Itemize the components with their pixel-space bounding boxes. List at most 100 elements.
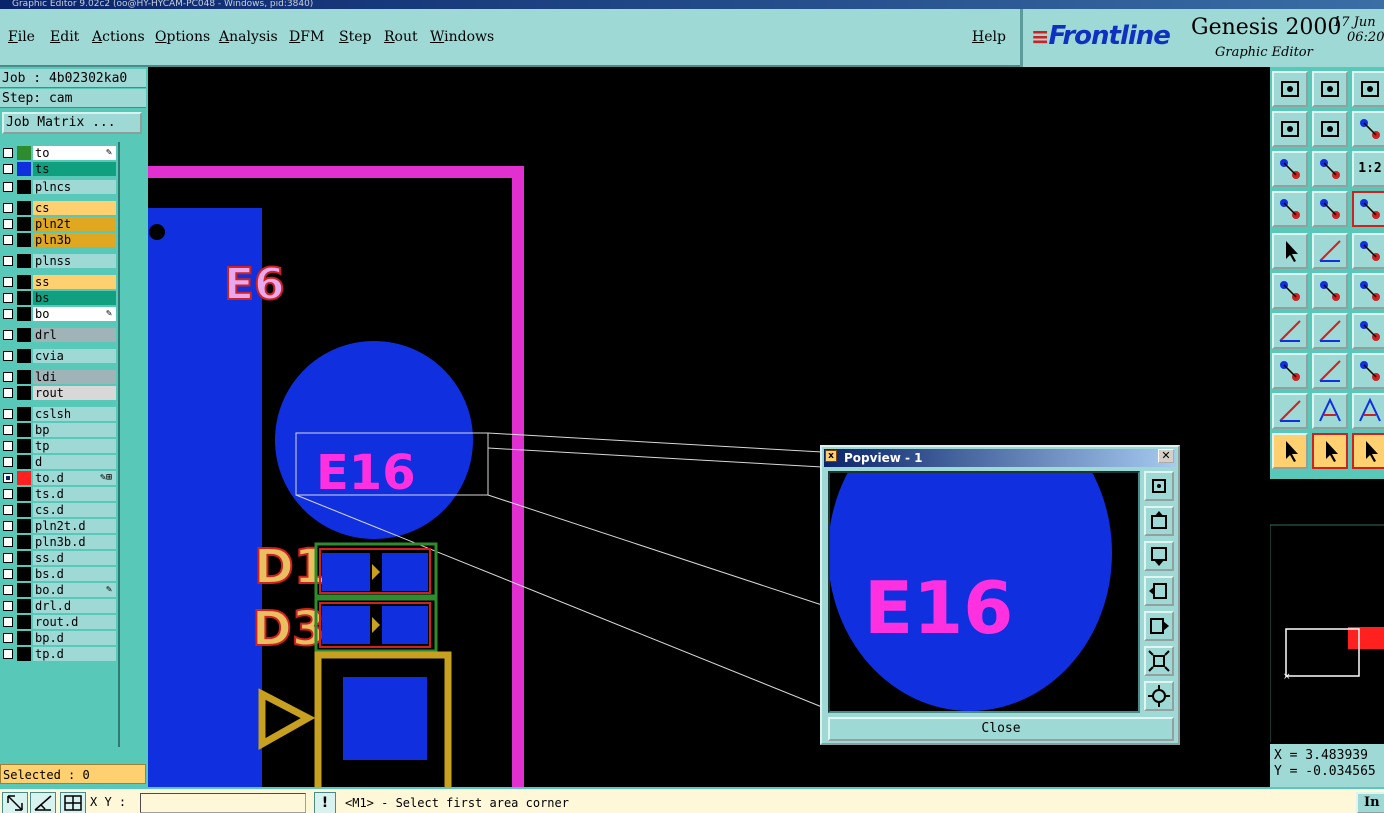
layer-color-swatch[interactable] (17, 551, 31, 565)
layer-checkbox[interactable] (3, 489, 13, 499)
layer-checkbox[interactable] (3, 309, 13, 319)
layer-color-swatch[interactable] (17, 423, 31, 437)
pan-up-icon[interactable] (1272, 71, 1308, 107)
layer-row[interactable]: to.d ✎⊞ (0, 470, 118, 485)
layer-color-swatch[interactable] (17, 201, 31, 215)
layer-row[interactable]: ts (0, 161, 118, 176)
layer-checkbox[interactable] (3, 521, 13, 531)
menu-file[interactable]: File (8, 29, 35, 45)
layer-row[interactable]: cvia (0, 348, 118, 363)
layer-color-swatch[interactable] (17, 535, 31, 549)
measure-angle-icon[interactable] (1272, 313, 1308, 349)
layer-color-swatch[interactable] (17, 180, 31, 194)
layer-checkbox[interactable] (3, 203, 13, 213)
layer-color-swatch[interactable] (17, 503, 31, 517)
layer-color-swatch[interactable] (17, 146, 31, 160)
layer-row[interactable]: ss (0, 274, 118, 289)
layer-row[interactable]: bo.d ✎ (0, 582, 118, 597)
menu-rout[interactable]: Rout (384, 29, 418, 45)
layer-color-swatch[interactable] (17, 631, 31, 645)
layer-row[interactable]: bs (0, 290, 118, 305)
layer-checkbox[interactable] (3, 219, 13, 229)
job-matrix-button[interactable]: Job Matrix ... (2, 112, 142, 134)
layer-row[interactable]: bo ✎ (0, 306, 118, 321)
alert-icon[interactable]: ! (314, 792, 336, 813)
layer-row[interactable]: ss.d (0, 550, 118, 565)
popview-zoom-in-button[interactable] (1144, 646, 1174, 676)
layer-color-swatch[interactable] (17, 217, 31, 231)
rotate-icon[interactable] (1352, 313, 1384, 349)
home-icon[interactable] (1352, 71, 1384, 107)
grid-snap-icon[interactable] (60, 792, 86, 813)
layer-color-swatch[interactable] (17, 407, 31, 421)
zoom-1to1-icon[interactable]: 1:2 (1352, 151, 1384, 187)
info-button[interactable]: In (1356, 792, 1384, 813)
net-highlight-icon[interactable] (1352, 191, 1384, 227)
layer-checkbox[interactable] (3, 182, 13, 192)
layer-row[interactable]: drl (0, 327, 118, 342)
delete-icon[interactable] (1312, 273, 1348, 309)
layer-checkbox[interactable] (3, 372, 13, 382)
popview-zoom-out-button[interactable] (1144, 681, 1174, 711)
layer-checkbox[interactable] (3, 633, 13, 643)
grid-icon[interactable] (1312, 191, 1348, 227)
pan-right-icon[interactable] (1312, 111, 1348, 147)
layer-checkbox[interactable] (3, 277, 13, 287)
popview-pan-up-button[interactable] (1144, 506, 1174, 536)
layer-row[interactable]: d (0, 454, 118, 469)
layer-row[interactable]: tp.d (0, 646, 118, 661)
layer-row[interactable]: ts.d (0, 486, 118, 501)
layer-color-swatch[interactable] (17, 439, 31, 453)
draw-line-icon[interactable] (1312, 233, 1348, 269)
layer-row[interactable]: bp (0, 422, 118, 437)
layer-color-swatch[interactable] (17, 599, 31, 613)
layer-checkbox[interactable] (3, 330, 13, 340)
layer-checkbox[interactable] (3, 569, 13, 579)
layer-row[interactable]: cs.d (0, 502, 118, 517)
line-mark-icon[interactable] (1312, 353, 1348, 389)
layer-color-swatch[interactable] (17, 328, 31, 342)
select-poly-icon[interactable] (1352, 433, 1384, 469)
menu-edit[interactable]: Edit (50, 29, 79, 45)
menu-dfm[interactable]: DFM (289, 29, 324, 45)
layer-checkbox[interactable] (3, 473, 13, 483)
layer-color-swatch[interactable] (17, 519, 31, 533)
letter-a-up-icon[interactable] (1352, 393, 1384, 429)
layer-checkbox[interactable] (3, 425, 13, 435)
layer-checkbox[interactable] (3, 164, 13, 174)
pan-down-icon[interactable] (1312, 71, 1348, 107)
split-icon[interactable] (1352, 353, 1384, 389)
layer-row[interactable]: pln2t.d (0, 518, 118, 533)
layer-checkbox[interactable] (3, 457, 13, 467)
layer-row[interactable]: pln3b.d (0, 534, 118, 549)
layer-checkbox[interactable] (3, 409, 13, 419)
menu-step[interactable]: Step (339, 29, 371, 45)
layer-row[interactable]: pln3b (0, 232, 118, 247)
xy-input[interactable] (140, 793, 306, 813)
layer-checkbox[interactable] (3, 256, 13, 266)
triangle-icon[interactable] (1272, 393, 1308, 429)
popview-pan-right-button[interactable] (1144, 611, 1174, 641)
measure-line-icon[interactable] (1312, 313, 1348, 349)
layer-color-swatch[interactable] (17, 487, 31, 501)
layer-checkbox[interactable] (3, 235, 13, 245)
layer-color-swatch[interactable] (17, 307, 31, 321)
layer-row[interactable]: drl.d (0, 598, 118, 613)
menu-help[interactable]: Help (972, 29, 1006, 45)
popview-close-button[interactable]: Close (828, 717, 1174, 741)
layer-row[interactable]: cslsh (0, 406, 118, 421)
pad-mark-icon[interactable] (1272, 353, 1308, 389)
layer-color-swatch[interactable] (17, 275, 31, 289)
layer-color-swatch[interactable] (17, 254, 31, 268)
layer-color-swatch[interactable] (17, 386, 31, 400)
measure-icon[interactable] (30, 792, 56, 813)
layer-color-swatch[interactable] (17, 349, 31, 363)
select-pad-icon[interactable] (1272, 233, 1308, 269)
layer-row[interactable]: rout.d (0, 614, 118, 629)
zoom-center-icon[interactable] (1312, 151, 1348, 187)
undo-view-icon[interactable] (1352, 111, 1384, 147)
layer-color-swatch[interactable] (17, 162, 31, 176)
layer-color-swatch[interactable] (17, 370, 31, 384)
layer-color-swatch[interactable] (17, 471, 31, 485)
zoom-fit-icon[interactable] (1272, 151, 1308, 187)
